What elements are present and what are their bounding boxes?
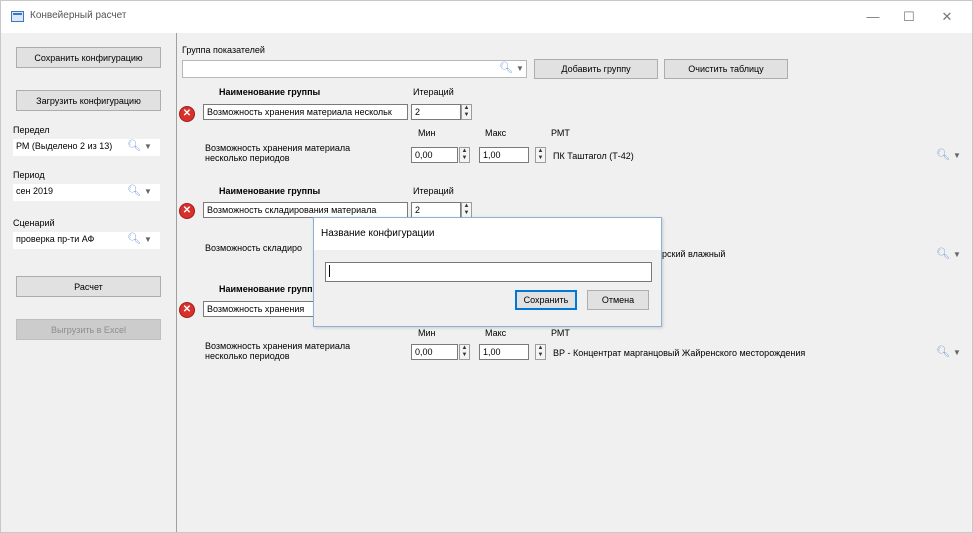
delete-group-icon[interactable]: ✕: [180, 204, 194, 218]
scenario-label: Сценарий: [13, 218, 55, 228]
dialog-title: Название конфигурации: [321, 228, 435, 239]
indicator-name-line1: Возможность хранения материала: [205, 143, 351, 153]
window-title: Конвейерный расчет: [30, 10, 127, 21]
app-icon: [11, 11, 24, 22]
scenario-search-icon[interactable]: 🔍︎ ▼: [127, 232, 152, 245]
load-config-button[interactable]: Загрузить конфигурацию: [16, 90, 161, 111]
rmt-value[interactable]: торский влажный: [653, 249, 725, 259]
rmt-search-icon[interactable]: 🔍︎ ▼: [936, 148, 961, 161]
period-search-icon[interactable]: 🔍︎ ▼: [127, 184, 152, 197]
iterations-input[interactable]: 2: [411, 104, 461, 120]
chevron-down-icon[interactable]: ▼: [144, 187, 152, 196]
group-search-icon[interactable]: 🔍︎ ▼: [499, 61, 524, 74]
group-name-value: Возможность складирования материала: [207, 205, 377, 215]
export-excel-button[interactable]: Выгрузить в Excel: [16, 319, 161, 340]
indicator-name-line2: несколько периодов: [205, 153, 290, 163]
indicator-name-line2: несколько периодов: [205, 351, 290, 361]
period-label: Период: [13, 170, 45, 180]
app-window: Конвейерный расчет — ☐ ✕ Сохранить конфи…: [0, 0, 973, 533]
spin-updown-icon[interactable]: ▲ ▼: [535, 344, 546, 360]
maximize-button[interactable]: ☐: [899, 7, 919, 27]
min-header: Мин: [418, 128, 436, 138]
iterations-input[interactable]: 2: [411, 202, 461, 218]
group-name-input[interactable]: Возможность хранения: [203, 301, 315, 317]
panel-divider: [176, 33, 177, 532]
peredel-label: Передел: [13, 125, 50, 135]
group-indicators-input[interactable]: [182, 60, 527, 78]
dialog-save-button[interactable]: Сохранить: [515, 290, 577, 310]
iterations-value: 2: [415, 205, 421, 215]
chevron-down-icon[interactable]: ▼: [144, 142, 152, 151]
peredel-value: РМ (Выделено 2 из 13): [16, 141, 113, 151]
rmt-value[interactable]: ПК Таштагол (Т-42): [553, 151, 634, 161]
max-input[interactable]: 1,00: [479, 147, 529, 163]
chevron-down-icon[interactable]: ▼: [144, 235, 152, 244]
chevron-down-icon[interactable]: ▼: [516, 64, 524, 73]
delete-group-icon[interactable]: ✕: [180, 303, 194, 317]
chevron-down-icon[interactable]: ▼: [953, 348, 961, 357]
config-name-dialog: Название конфигурации Сохранить Отмена: [313, 217, 662, 327]
peredel-search-icon[interactable]: 🔍︎ ▼: [127, 139, 152, 152]
min-input[interactable]: 0,00: [411, 147, 458, 163]
min-value: 0,00: [415, 150, 433, 160]
min-header: Мин: [418, 328, 436, 338]
spin-updown-icon[interactable]: ▲ ▼: [461, 202, 472, 218]
config-name-input[interactable]: [325, 262, 652, 282]
group-name-value: Возможность хранения: [207, 304, 305, 314]
group-indicators-label: Группа показателей: [182, 45, 265, 55]
max-input[interactable]: 1,00: [479, 344, 529, 360]
minimize-button[interactable]: —: [863, 7, 883, 27]
chevron-down-icon[interactable]: ▼: [953, 250, 961, 259]
max-value: 1,00: [483, 150, 501, 160]
group-name-input[interactable]: Возможность хранения материала нескольк: [203, 104, 408, 120]
max-header: Макс: [485, 328, 507, 338]
rmt-header: РМТ: [551, 328, 570, 338]
indicator-name-line1: Возможность хранения материала: [205, 341, 351, 351]
rmt-search-icon[interactable]: 🔍︎ ▼: [936, 247, 961, 260]
spin-updown-icon[interactable]: ▲ ▼: [459, 344, 470, 360]
iterations-value: 2: [415, 107, 421, 117]
title-bar: Конвейерный расчет — ☐ ✕: [1, 1, 972, 33]
max-header: Макс: [485, 128, 507, 138]
add-group-button[interactable]: Добавить группу: [534, 59, 658, 79]
spin-updown-icon[interactable]: ▲ ▼: [535, 147, 546, 163]
clear-table-button[interactable]: Очистить таблицу: [664, 59, 788, 79]
close-button[interactable]: ✕: [937, 7, 957, 27]
group-name-header: Наименование групп: [219, 284, 313, 294]
group-name-input[interactable]: Возможность складирования материала: [203, 202, 408, 218]
calc-button[interactable]: Расчет: [16, 276, 161, 297]
save-config-button[interactable]: Сохранить конфигурацию: [16, 47, 161, 68]
min-input[interactable]: 0,00: [411, 344, 458, 360]
group-name-header: Наименование группы: [219, 87, 321, 97]
group-name-value: Возможность хранения материала нескольк: [207, 107, 392, 117]
sidebar: Сохранить конфигурацию Загрузить конфигу…: [6, 33, 175, 532]
iterations-header: Итераций: [413, 186, 454, 196]
rmt-header: РМТ: [551, 128, 570, 138]
group-name-header: Наименование группы: [219, 186, 321, 196]
iterations-header: Итераций: [413, 87, 454, 97]
rmt-value[interactable]: ВР - Концентрат марганцовый Жайренского …: [553, 348, 805, 358]
period-value: сен 2019: [16, 186, 53, 196]
indicator-name: Возможность складиро: [205, 243, 303, 253]
dialog-cancel-button[interactable]: Отмена: [587, 290, 649, 310]
max-value: 1,00: [483, 347, 501, 357]
spin-updown-icon[interactable]: ▲ ▼: [461, 104, 472, 120]
chevron-down-icon[interactable]: ▼: [953, 151, 961, 160]
delete-group-icon[interactable]: ✕: [180, 107, 194, 121]
text-cursor: [329, 265, 330, 277]
spin-updown-icon[interactable]: ▲ ▼: [459, 147, 470, 163]
min-value: 0,00: [415, 347, 433, 357]
rmt-search-icon[interactable]: 🔍︎ ▼: [936, 345, 961, 358]
scenario-value: проверка пр-ти АФ: [16, 234, 95, 244]
